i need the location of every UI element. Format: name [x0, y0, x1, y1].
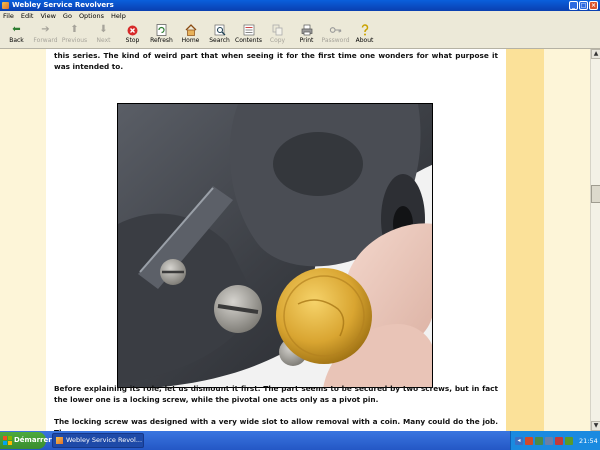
print-icon: [300, 24, 313, 36]
about-icon: [358, 24, 371, 36]
forward-button[interactable]: ➔ Forward: [31, 22, 60, 48]
previous-button[interactable]: ⬆ Previous: [60, 22, 89, 48]
minimize-button[interactable]: _: [569, 1, 578, 10]
vertical-scrollbar[interactable]: ▲ ▼: [590, 49, 600, 431]
toolbar: ⬅ Back ➔ Forward ⬆ Previous ⬇ Next Stop …: [0, 22, 600, 49]
about-button[interactable]: About: [350, 22, 379, 48]
password-button[interactable]: Password: [321, 22, 350, 48]
maximize-button[interactable]: □: [579, 1, 588, 10]
menu-bar: File Edit View Go Options Help: [0, 11, 600, 22]
decorative-band: [506, 49, 544, 431]
system-tray: ◂ 21:54: [510, 431, 600, 450]
revolver-photo: [117, 103, 433, 388]
back-button[interactable]: ⬅ Back: [2, 22, 31, 48]
app-icon: [2, 2, 9, 9]
next-button[interactable]: ⬇ Next: [89, 22, 118, 48]
home-button[interactable]: Home: [176, 22, 205, 48]
forward-arrow-icon: ➔: [41, 24, 50, 35]
stop-button[interactable]: Stop: [118, 22, 147, 48]
menu-view[interactable]: View: [40, 11, 55, 22]
paragraph-3: The locking screw was designed with a ve…: [54, 417, 498, 431]
home-icon: [184, 24, 197, 36]
stop-icon: [126, 24, 139, 36]
copy-icon: [271, 24, 284, 36]
contents-icon: [242, 24, 255, 36]
menu-edit[interactable]: Edit: [21, 11, 34, 22]
menu-file[interactable]: File: [3, 11, 14, 22]
key-icon: [329, 24, 342, 36]
content-area: this series. The kind of weird part that…: [0, 49, 590, 431]
window-controls: _ □ ×: [569, 1, 598, 10]
taskbar-item-webley[interactable]: Webley Service Revol...: [52, 433, 144, 448]
menu-help[interactable]: Help: [111, 11, 126, 22]
monitor-icon[interactable]: [545, 436, 553, 445]
search-icon: [213, 24, 226, 36]
paragraph-2: Before explaining its role, let us dismo…: [54, 384, 498, 404]
scroll-up-button[interactable]: ▲: [591, 49, 600, 59]
task-label: Webley Service Revol...: [66, 436, 143, 444]
back-arrow-icon: ⬅: [12, 24, 21, 35]
scroll-thumb[interactable]: [591, 185, 600, 203]
print-button[interactable]: Print: [292, 22, 321, 48]
up-arrow-icon: ⬆: [70, 24, 79, 35]
contents-button[interactable]: Contents: [234, 22, 263, 48]
title-bar: Webley Service Revolvers _ □ ×: [0, 0, 600, 11]
antivirus-icon[interactable]: [525, 436, 533, 445]
menu-go[interactable]: Go: [63, 11, 72, 22]
revolver-photo-graphic: [118, 104, 432, 387]
paragraph-1: this series. The kind of weird part that…: [54, 51, 498, 71]
close-button[interactable]: ×: [589, 1, 598, 10]
messenger-icon[interactable]: [565, 436, 573, 445]
network-icon[interactable]: ◂: [515, 436, 523, 445]
start-label: Démarrer: [14, 436, 52, 444]
speaker-icon[interactable]: [535, 436, 543, 445]
menu-options[interactable]: Options: [79, 11, 104, 22]
search-button[interactable]: Search: [205, 22, 234, 48]
window-title: Webley Service Revolvers: [12, 1, 114, 9]
scroll-down-button[interactable]: ▼: [591, 421, 600, 431]
app-icon: [56, 437, 63, 444]
taskbar: Démarrer Webley Service Revol... ◂ 21:54: [0, 431, 600, 450]
windows-flag-icon: [3, 436, 12, 445]
clock: 21:54: [579, 436, 598, 445]
start-button[interactable]: Démarrer: [0, 432, 52, 449]
refresh-icon: [155, 24, 168, 36]
down-arrow-icon: ⬇: [99, 24, 108, 35]
copy-button[interactable]: Copy: [263, 22, 292, 48]
shield-icon[interactable]: [555, 436, 563, 445]
refresh-button[interactable]: Refresh: [147, 22, 176, 48]
